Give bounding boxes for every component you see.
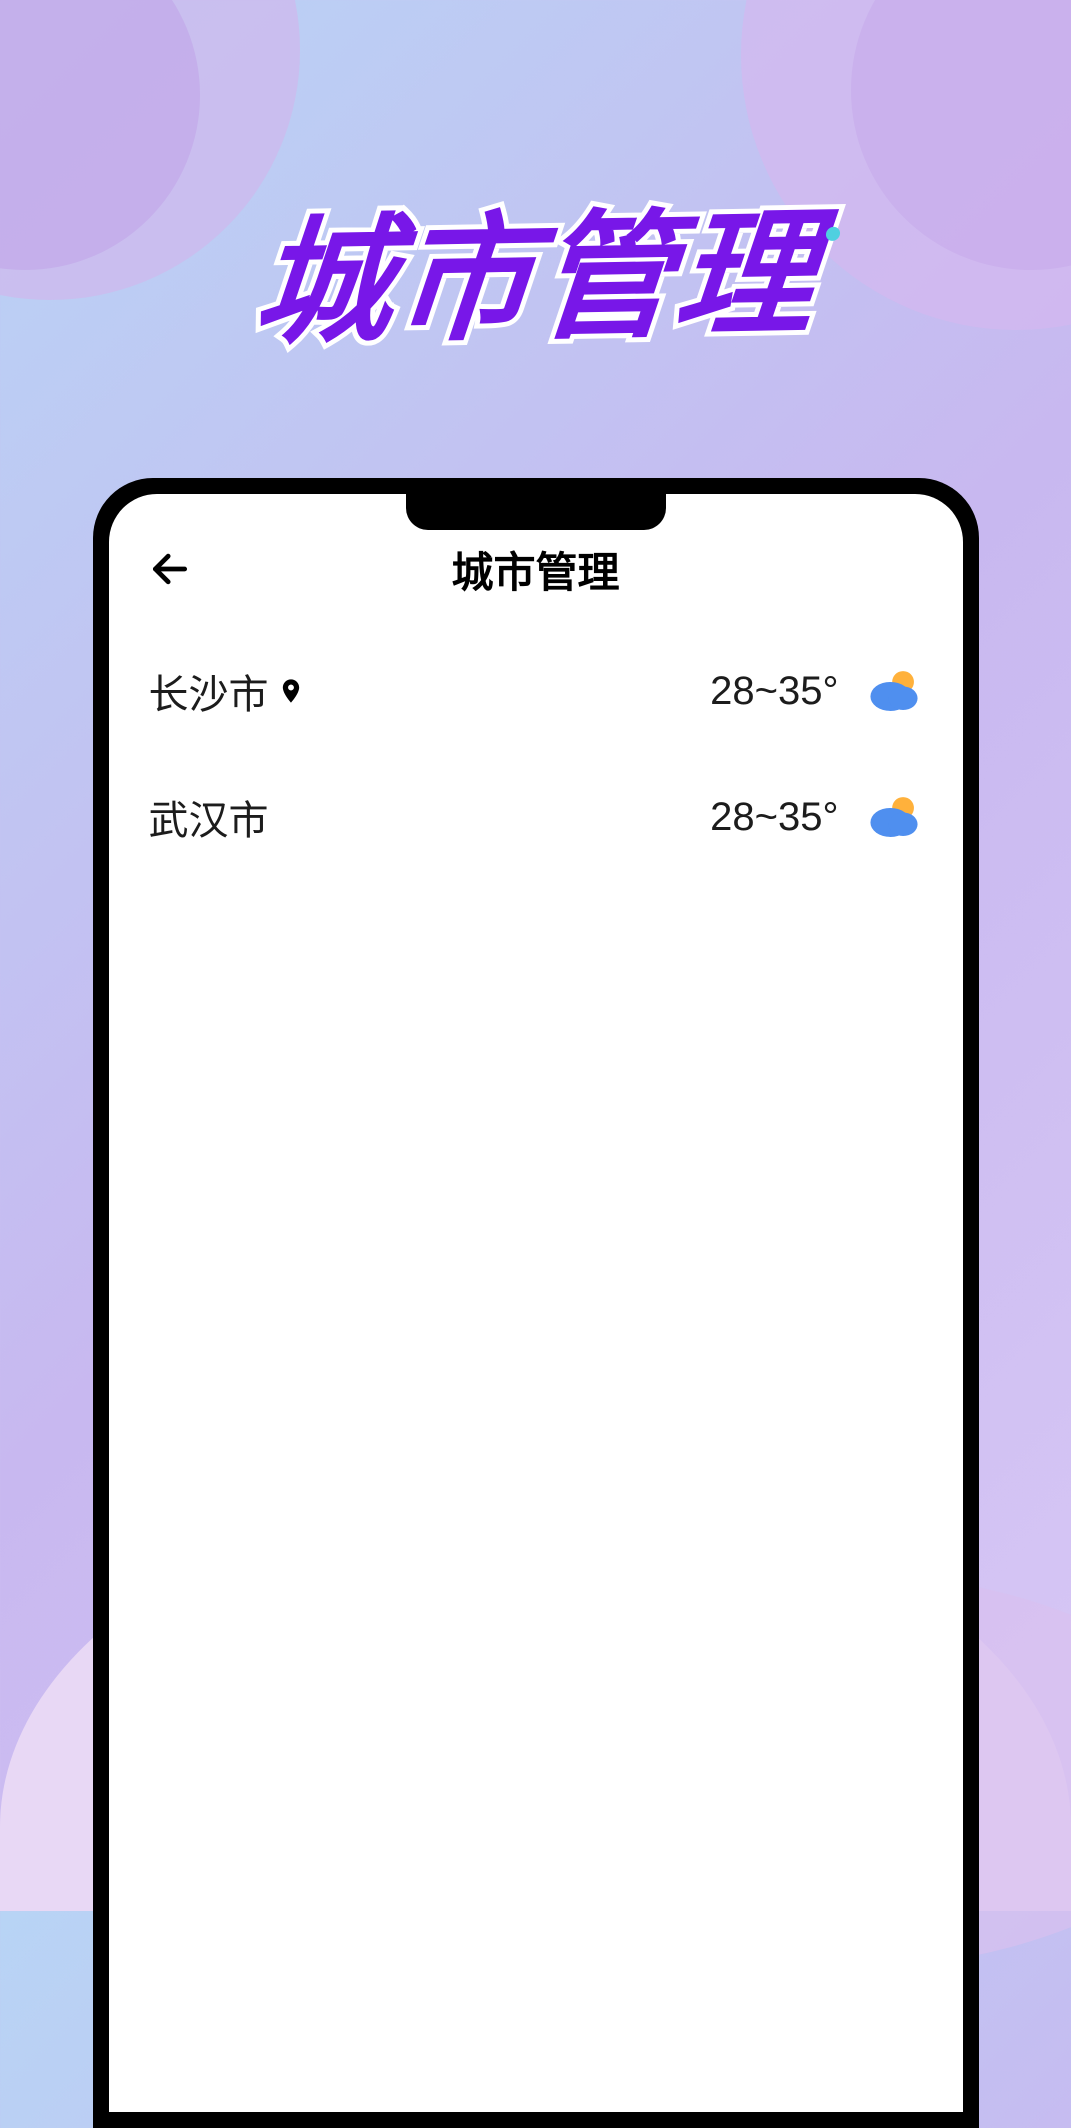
promo-banner: 城市管理 [255,210,815,348]
city-name-label: 武汉市 [149,788,269,846]
city-list: 长沙市 28~35° [109,624,963,884]
city-name: 武汉市 [149,788,269,846]
location-pin-icon [277,677,305,705]
city-row-changsha[interactable]: 长沙市 28~35° [109,628,963,754]
city-name: 长沙市 [149,662,305,720]
phone-notch [406,494,666,530]
partly-cloudy-icon [865,662,923,720]
temp-range: 28~35° [710,795,838,840]
page-title: 城市管理 [109,539,963,600]
city-name-label: 长沙市 [149,662,269,720]
phone-frame: 城市管理 长沙市 28~35° [93,478,979,2128]
back-button[interactable] [143,542,197,596]
arrow-left-icon [148,547,192,591]
phone-screen: 城市管理 长沙市 28~35° [109,494,963,2112]
banner-title: 城市管理 [249,205,822,353]
city-row-wuhan[interactable]: 武汉市 28~35° [109,754,963,880]
partly-cloudy-icon [865,788,923,846]
temp-range: 28~35° [710,669,838,714]
